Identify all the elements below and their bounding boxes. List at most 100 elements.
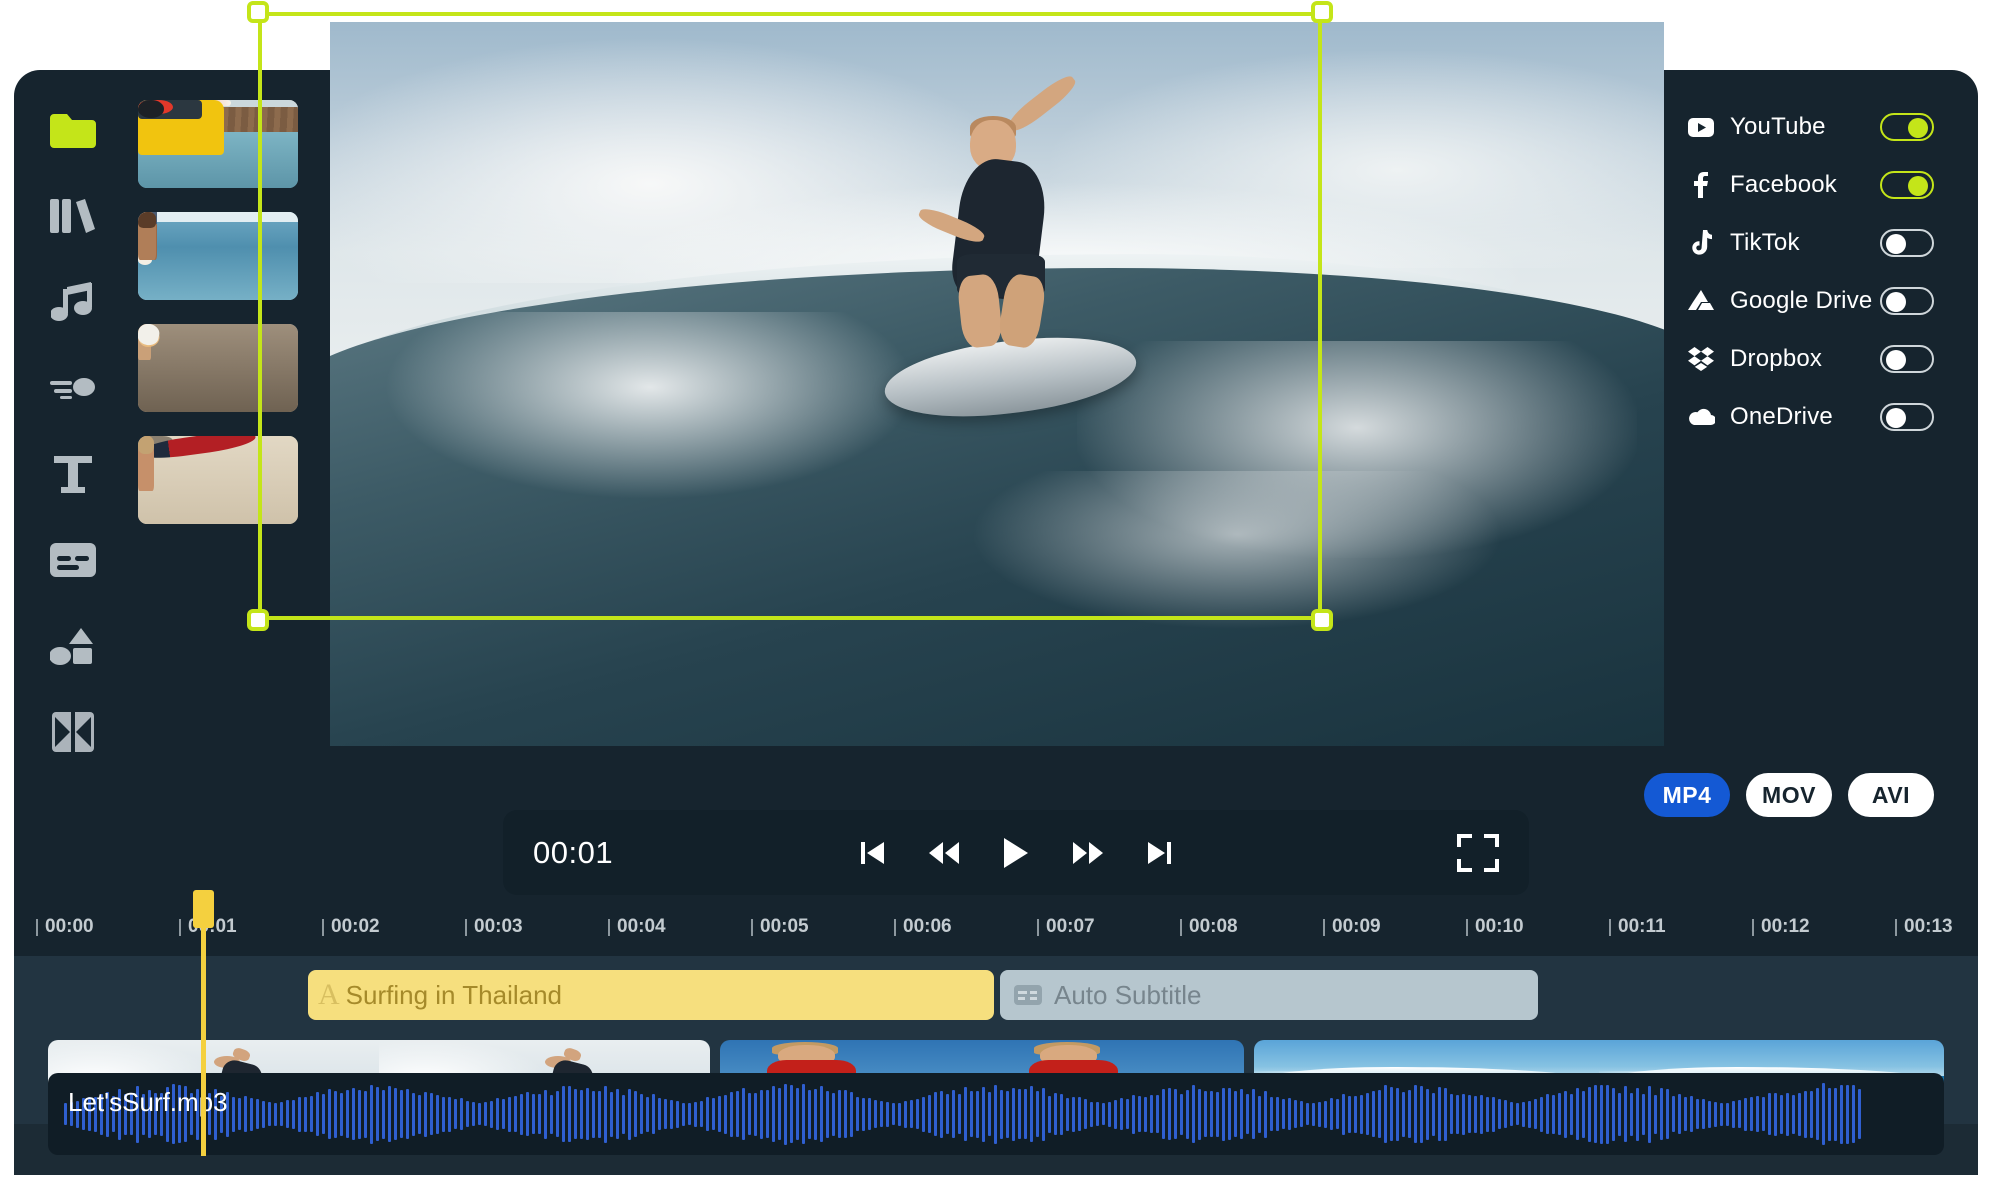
share-label-dropbox: Dropbox <box>1730 345 1823 372</box>
effects-icon <box>50 375 96 401</box>
sidebar-item-text[interactable] <box>45 448 101 500</box>
transition-icon <box>52 712 94 752</box>
music-note-icon <box>51 281 95 323</box>
fast-forward-icon[interactable] <box>1071 838 1105 868</box>
tiktok-icon <box>1684 230 1718 256</box>
share-row-onedrive: OneDrive <box>1684 388 1934 446</box>
onedrive-icon <box>1684 408 1718 426</box>
share-label-onedrive: OneDrive <box>1730 403 1833 430</box>
ruler-label: 00:03 <box>474 916 523 937</box>
ruler-tick: 00:05 <box>751 916 809 938</box>
format-option-avi[interactable]: AVI <box>1848 773 1934 817</box>
sidebar-item-media-folder[interactable] <box>45 104 101 156</box>
share-toggle-tiktok[interactable] <box>1880 229 1934 257</box>
share-row-dropbox: Dropbox <box>1684 330 1934 388</box>
subtitle-clip[interactable]: Auto Subtitle <box>1000 970 1538 1020</box>
youtube-icon <box>1684 117 1718 137</box>
ruler-label: 00:11 <box>1618 916 1666 937</box>
current-time: 00:01 <box>533 834 614 870</box>
sidebar-item-effects[interactable] <box>45 362 101 414</box>
title-clip-label: Surfing in Thailand <box>345 979 562 1010</box>
app-window: 00:01 YouTube Facebook TikTok Google Dri… <box>14 1 1978 1175</box>
export-format-selector: MP4 MOV AVI <box>1644 773 1934 817</box>
sidebar-item-transitions[interactable] <box>45 706 101 758</box>
playback-bar: 00:01 <box>503 810 1529 895</box>
audio-clip[interactable]: Let'sSurf.mp3 <box>48 1073 1944 1155</box>
media-thumbnail-list <box>138 100 310 548</box>
ruler-label: 00:13 <box>1904 916 1953 937</box>
library-icon <box>50 195 96 237</box>
ruler-label: 00:10 <box>1475 916 1524 937</box>
subtitle-icon <box>1014 985 1042 1005</box>
audio-waveform <box>48 1073 1944 1155</box>
track-row-text: A Surfing in Thailand Auto Subtitle <box>14 956 1978 1034</box>
ruler-tick: 00:07 <box>1037 916 1095 938</box>
ruler-label: 00:04 <box>617 916 666 937</box>
subtitle-icon <box>50 543 96 577</box>
ruler-label: 00:07 <box>1046 916 1095 937</box>
ruler-tick: 00:12 <box>1752 916 1810 938</box>
share-toggle-facebook[interactable] <box>1880 171 1934 199</box>
ruler-label: 00:06 <box>903 916 952 937</box>
share-label-google-drive: Google Drive <box>1730 287 1873 314</box>
fullscreen-icon[interactable] <box>1457 833 1499 872</box>
share-toggle-youtube[interactable] <box>1880 113 1934 141</box>
subtitle-clip-label: Auto Subtitle <box>1054 979 1202 1010</box>
folder-icon <box>50 112 96 148</box>
ruler-tick: 00:04 <box>608 916 666 938</box>
play-icon[interactable] <box>1001 836 1031 870</box>
text-a-icon: A <box>318 978 340 1011</box>
ruler-tick: 00:02 <box>322 916 380 938</box>
share-label-facebook: Facebook <box>1730 171 1837 198</box>
video-preview[interactable] <box>330 22 1664 746</box>
media-thumbnail-two-women-at-sunset[interactable] <box>138 324 298 412</box>
ruler-label: 00:00 <box>45 916 94 937</box>
sidebar-item-elements[interactable] <box>45 620 101 672</box>
share-destinations-panel: YouTube Facebook TikTok Google Drive Dro… <box>1684 98 1934 446</box>
format-option-mov[interactable]: MOV <box>1746 773 1832 817</box>
resize-handle-bottom-right[interactable] <box>1311 609 1333 631</box>
shapes-icon <box>50 626 96 666</box>
sidebar-item-audio[interactable] <box>45 276 101 328</box>
media-thumbnail-jeep-on-pier[interactable] <box>138 100 298 188</box>
media-thumbnail-couple-with-surfboards[interactable] <box>138 212 298 300</box>
share-label-tiktok: TikTok <box>1730 229 1800 256</box>
ruler-tick: 00:03 <box>465 916 523 938</box>
resize-handle-bottom-left[interactable] <box>247 609 269 631</box>
format-option-mp4[interactable]: MP4 <box>1644 773 1730 817</box>
ruler-tick: 00:06 <box>894 916 952 938</box>
timeline-playhead[interactable] <box>193 890 214 1156</box>
share-row-google-drive: Google Drive <box>1684 272 1934 330</box>
skip-start-icon[interactable] <box>857 838 887 868</box>
ruler-tick: 00:09 <box>1323 916 1381 938</box>
ruler-tick: 00:11 <box>1609 916 1666 938</box>
ruler-label: 00:08 <box>1189 916 1238 937</box>
ruler-label: 00:05 <box>760 916 809 937</box>
ruler-label: 00:09 <box>1332 916 1381 937</box>
dropbox-icon <box>1684 347 1718 371</box>
sidebar-item-subtitles[interactable] <box>45 534 101 586</box>
ruler-tick: 00:08 <box>1180 916 1238 938</box>
sidebar-item-library[interactable] <box>45 190 101 242</box>
resize-handle-top-left[interactable] <box>247 1 269 23</box>
ruler-label: 00:02 <box>331 916 380 937</box>
share-toggle-google-drive[interactable] <box>1880 287 1934 315</box>
share-label-youtube: YouTube <box>1730 113 1826 140</box>
ruler-tick: 00:10 <box>1466 916 1524 938</box>
share-toggle-dropbox[interactable] <box>1880 345 1934 373</box>
ruler-tick: 00:13 <box>1895 916 1953 938</box>
timeline-tracks: A Surfing in Thailand Auto Subtitle Let'… <box>14 956 1978 1175</box>
ruler-tick: 00:00 <box>36 916 94 938</box>
rewind-icon[interactable] <box>927 838 961 868</box>
timeline-ruler[interactable]: 00:00 00:01 00:02 00:03 00:04 00:05 00:0… <box>14 900 1978 962</box>
share-toggle-onedrive[interactable] <box>1880 403 1934 431</box>
facebook-icon <box>1684 172 1718 198</box>
share-row-tiktok: TikTok <box>1684 214 1934 272</box>
share-row-facebook: Facebook <box>1684 156 1934 214</box>
skip-end-icon[interactable] <box>1145 838 1175 868</box>
resize-handle-top-right[interactable] <box>1311 1 1333 23</box>
text-icon <box>52 454 94 494</box>
google-drive-icon <box>1684 289 1718 313</box>
media-thumbnail-woman-with-red-surfboard[interactable] <box>138 436 298 524</box>
title-clip[interactable]: A Surfing in Thailand <box>308 970 994 1020</box>
